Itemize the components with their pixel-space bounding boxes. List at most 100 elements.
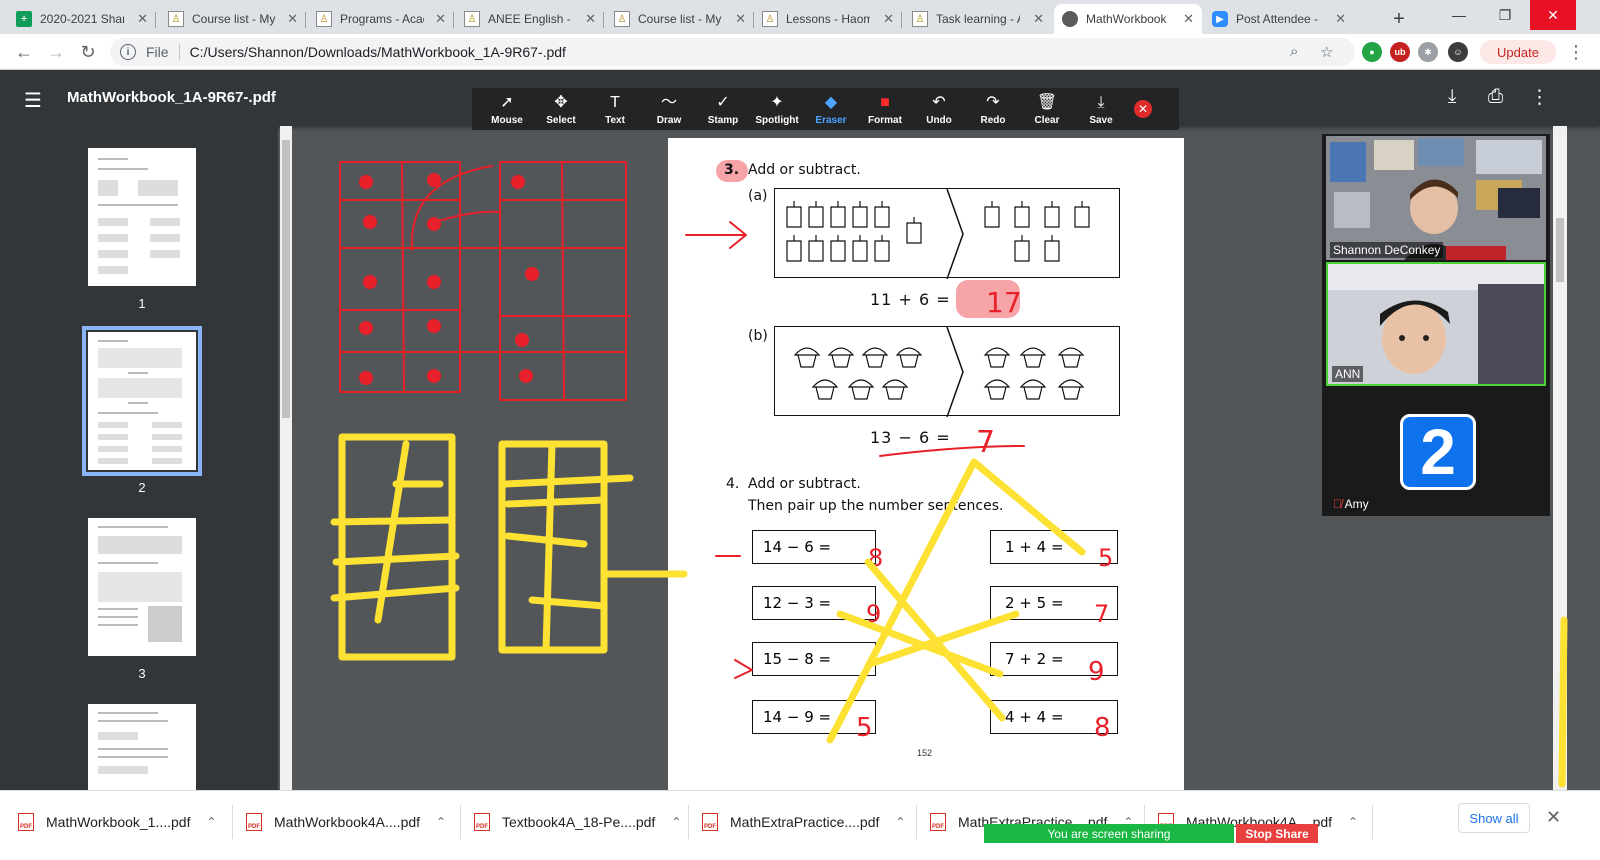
show-all-button[interactable]: Show all [1458, 803, 1530, 833]
tool-clear-button[interactable]: 🗑 Clear [1020, 88, 1074, 130]
extensions-puzzle-icon[interactable]: ✱ [1418, 42, 1438, 62]
stop-share-button[interactable]: Stop Share [1236, 824, 1318, 843]
red-ink-dot [427, 275, 441, 289]
tab-label: MathWorkbook [1086, 12, 1167, 26]
tab-5[interactable]: ♙ Course list - My ✕ [606, 4, 754, 34]
close-icon[interactable]: ✕ [1183, 11, 1194, 27]
back-icon[interactable]: ← [12, 40, 36, 64]
chevron-up-icon[interactable]: ⌃ [895, 815, 905, 829]
sidebar-scrollbar[interactable] [280, 126, 292, 790]
close-downloads-icon[interactable]: ✕ [1546, 807, 1561, 828]
download-item[interactable]: PDF Textbook4A_18-Pe....pdf ⌃ [474, 809, 681, 835]
red-ink-dot [363, 275, 377, 289]
thumbnail-page-1[interactable]: 1 [88, 148, 196, 311]
tab-9[interactable]: ▶ Post Attendee - ✕ [1204, 4, 1354, 34]
tab-7[interactable]: ♙ Task learning - A ✕ [904, 4, 1052, 34]
participant-avatar: 2 [1400, 414, 1476, 490]
download-icon[interactable]: ⤓ [1448, 86, 1456, 108]
tool-format-button[interactable]: ■ Format [858, 88, 912, 130]
tab-label: Course list - My [638, 12, 722, 26]
close-icon[interactable]: ✕ [1033, 11, 1044, 27]
chevron-up-icon[interactable]: ⌃ [1348, 815, 1358, 829]
tool-stamp-button[interactable]: ✓ Stamp [696, 88, 750, 130]
download-item[interactable]: PDF MathWorkbook_1....pdf ⌃ [18, 809, 217, 835]
profile-avatar[interactable]: ☺ [1448, 42, 1468, 62]
address-row: ← → ↻ i File C:/Users/Shannon/Downloads/… [0, 34, 1600, 70]
tool-redo-button[interactable]: ↷ Redo [966, 88, 1020, 130]
number-sentence-right-2: 2 + 5 = [990, 586, 1118, 620]
candle-icon [1044, 201, 1060, 228]
extension-ublock-icon[interactable]: ub [1390, 42, 1410, 62]
annotation-toolbar: ➚ Mouse ✥ Select T Text 〜 Draw ✓ Stamp ✦ Spotlight ◆… [472, 88, 1179, 130]
candle-icon [984, 201, 1000, 228]
update-button[interactable]: Update [1480, 40, 1556, 64]
close-icon[interactable]: ✕ [883, 11, 894, 27]
tool-select-button[interactable]: ✥ Select [534, 88, 588, 130]
tab-6[interactable]: ♙ Lessons - Haom ✕ [754, 4, 902, 34]
close-annotation-icon[interactable]: ✕ [1134, 100, 1152, 118]
tool-undo-button[interactable]: ↶ Undo [912, 88, 966, 130]
extension-green-icon[interactable]: ● [1362, 42, 1382, 62]
pdf-file-icon: PDF [18, 813, 34, 831]
tool-text-button[interactable]: T Text [588, 88, 642, 130]
screen-sharing-banner[interactable]: You are screen sharing [984, 824, 1234, 843]
close-icon[interactable]: ✕ [287, 11, 298, 27]
reload-icon[interactable]: ↻ [76, 40, 100, 64]
zoom-magnifier-icon[interactable]: ⌕ [1290, 43, 1298, 60]
tool-mouse-button[interactable]: ➚ Mouse [480, 88, 534, 130]
select-icon: ✥ [554, 93, 568, 111]
thumbnail-page-3[interactable]: 3 [88, 518, 196, 681]
chevron-up-icon[interactable]: ⌃ [436, 815, 446, 829]
more-options-icon[interactable]: ⋮ [1530, 86, 1549, 109]
scrollbar-thumb[interactable] [282, 140, 290, 418]
question-3a-equation: 11 + 6 = [870, 290, 951, 309]
bookmark-star-icon[interactable]: ☆ [1320, 43, 1333, 61]
close-icon[interactable]: ✕ [585, 11, 596, 27]
download-item[interactable]: PDF MathExtraPractice....pdf ⌃ [702, 809, 905, 835]
close-icon[interactable]: ✕ [735, 11, 746, 27]
cupcake-icon [793, 347, 821, 368]
download-item[interactable]: PDF MathWorkbook4A....pdf ⌃ [246, 809, 446, 835]
document-icon: ♙ [614, 11, 630, 27]
video-tile-shannon[interactable]: Shannon DeConkey [1326, 136, 1546, 260]
close-icon[interactable]: ✕ [137, 11, 148, 27]
close-icon[interactable]: ✕ [435, 11, 446, 27]
address-bar[interactable]: i File C:/Users/Shannon/Downloads/MathWo… [110, 38, 1355, 66]
chevron-up-icon[interactable]: ⌃ [671, 815, 681, 829]
chrome-menu-icon[interactable]: ⋮ [1564, 40, 1588, 64]
print-icon[interactable]: ⎙ [1488, 86, 1503, 108]
url-text[interactable]: C:/Users/Shannon/Downloads/MathWorkbook_… [190, 44, 566, 60]
tool-eraser-button[interactable]: ◆ Eraser [804, 88, 858, 130]
scrollbar-thumb[interactable] [1556, 218, 1564, 282]
tab-mathworkbook-active[interactable]: MathWorkbook ✕ [1054, 4, 1202, 34]
spotlight-icon: ✦ [770, 93, 784, 111]
tab-label: Task learning - A [936, 12, 1020, 26]
tab-1[interactable]: + 2020-2021 Shan ✕ [8, 4, 156, 34]
chevron-up-icon[interactable]: ⌃ [206, 815, 216, 829]
thumbnail-page-4[interactable] [88, 704, 196, 790]
hamburger-menu-icon[interactable]: ☰ [24, 88, 42, 113]
cupcake-icon [827, 347, 855, 368]
tool-label: Eraser [815, 114, 847, 126]
video-tile-amy[interactable]: 2 🎙̸ Amy [1326, 390, 1546, 514]
candle-icon [852, 201, 868, 228]
video-tile-ann[interactable]: ANN [1326, 262, 1546, 386]
number-sentence-right-4: 4 + 4 = [990, 700, 1118, 734]
restore-icon[interactable]: ❐ [1482, 0, 1528, 30]
tab-2[interactable]: ♙ Course list - My ✕ [160, 4, 306, 34]
forward-icon[interactable]: → [44, 40, 68, 64]
tool-label: Redo [980, 114, 1006, 126]
info-icon[interactable]: i [120, 44, 136, 60]
tab-4[interactable]: ♙ ANEE English - C ✕ [456, 4, 604, 34]
tool-save-button[interactable]: ⤓ Save [1074, 88, 1128, 130]
thumbnail-page-2[interactable]: 2 [82, 326, 202, 495]
window-close-icon[interactable]: ✕ [1530, 0, 1576, 30]
tool-spotlight-button[interactable]: ✦ Spotlight [750, 88, 804, 130]
tool-draw-button[interactable]: 〜 Draw [642, 88, 696, 130]
minimize-icon[interactable]: — [1436, 0, 1482, 30]
new-tab-button[interactable]: + [1386, 6, 1412, 32]
tab-3[interactable]: ♙ Programs - Acad ✕ [308, 4, 454, 34]
document-scrollbar[interactable] [1553, 126, 1567, 790]
cupcake-icon [881, 379, 909, 400]
close-icon[interactable]: ✕ [1335, 11, 1346, 27]
